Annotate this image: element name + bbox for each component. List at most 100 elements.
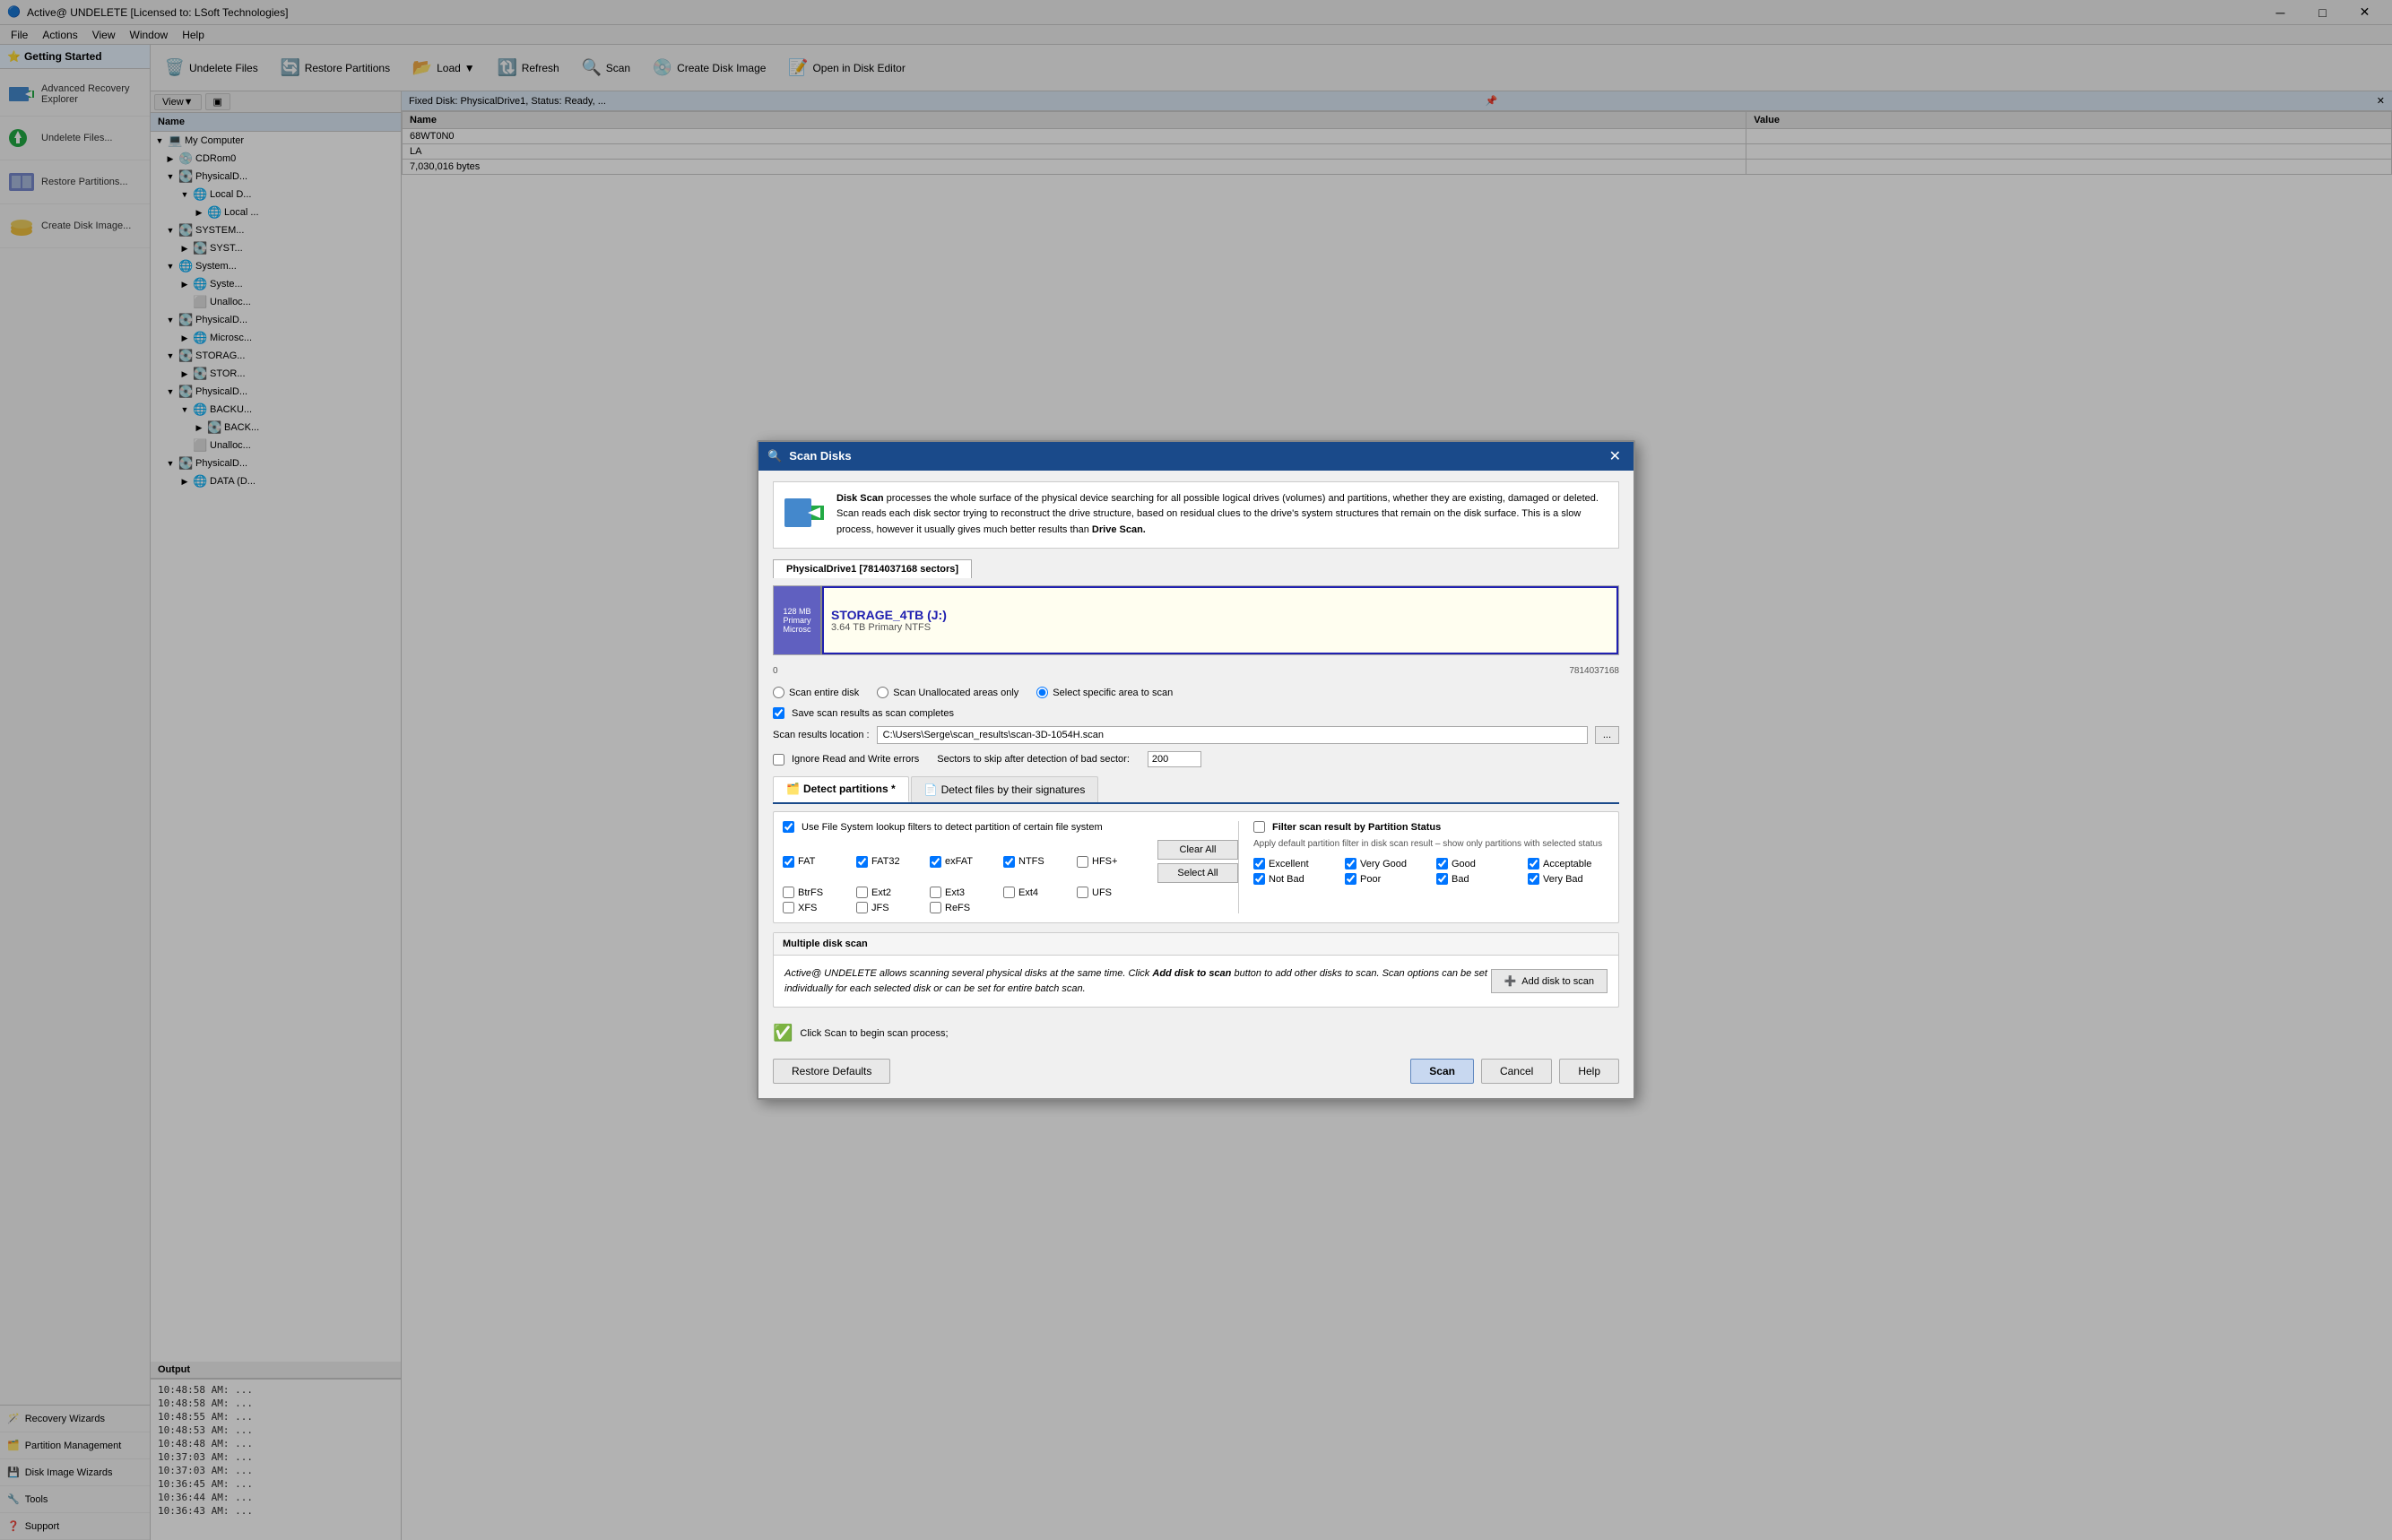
tab-detect-partitions[interactable]: 🗂️ Detect partitions * (773, 776, 909, 802)
footer-right: Scan Cancel Help (1410, 1059, 1619, 1084)
status-excellent-cb[interactable] (1253, 858, 1265, 869)
status-very-bad-label: Very Bad (1543, 874, 1583, 885)
scan-button[interactable]: Scan (1410, 1059, 1474, 1084)
status-bad-cb[interactable] (1436, 873, 1448, 885)
help-button[interactable]: Help (1559, 1059, 1619, 1084)
fs-ext2[interactable]: Ext2 (856, 887, 919, 898)
status-poor-label: Poor (1360, 874, 1381, 885)
add-disk-to-scan-button[interactable]: ➕ Add disk to scan (1491, 969, 1608, 993)
drive-tab-physicaldrive1[interactable]: PhysicalDrive1 [7814037168 sectors] (773, 559, 972, 578)
scan-location-label: Scan results location : (773, 730, 870, 740)
fs-ntfs-checkbox[interactable] (1003, 856, 1015, 868)
status-bad-label: Bad (1452, 874, 1469, 885)
status-good-cb[interactable] (1436, 858, 1448, 869)
status-good[interactable]: Good (1436, 858, 1517, 869)
browse-button[interactable]: ... (1595, 726, 1619, 744)
fs-ufs[interactable]: UFS (1077, 887, 1140, 898)
fs-btrfs-label: BtrFS (798, 887, 823, 898)
fs-ufs-checkbox[interactable] (1077, 887, 1088, 898)
fs-jfs[interactable]: JFS (856, 902, 919, 913)
fs-fat32[interactable]: FAT32 (856, 840, 919, 883)
ruler-start: 0 (773, 666, 778, 676)
fs-refs[interactable]: ReFS (930, 902, 992, 913)
fs-fat32-checkbox[interactable] (856, 856, 868, 868)
status-bad[interactable]: Bad (1436, 873, 1517, 885)
fs-refs-checkbox[interactable] (930, 902, 941, 913)
scan-location-input[interactable] (877, 726, 1588, 744)
tab-detect-files[interactable]: 📄 Detect files by their signatures (911, 776, 1099, 802)
save-results-label: Save scan results as scan completes (792, 708, 954, 719)
fs-xfs-checkbox[interactable] (783, 902, 794, 913)
fs-hfsplus[interactable]: HFS+ (1077, 840, 1140, 883)
sectors-input[interactable] (1148, 751, 1201, 767)
status-very-bad[interactable]: Very Bad (1528, 873, 1608, 885)
fs-ext4[interactable]: Ext4 (1003, 887, 1066, 898)
status-very-bad-cb[interactable] (1528, 873, 1539, 885)
fs-xfs[interactable]: XFS (783, 902, 845, 913)
status-not-bad[interactable]: Not Bad (1253, 873, 1334, 885)
info-disk-icon (783, 491, 826, 540)
cancel-button[interactable]: Cancel (1481, 1059, 1552, 1084)
fs-exfat-checkbox[interactable] (930, 856, 941, 868)
fs-fat-checkbox[interactable] (783, 856, 794, 868)
fs-fat[interactable]: FAT (783, 840, 845, 883)
scan-entire-label: Scan entire disk (789, 688, 859, 698)
fs-filter-checkbox-row: Use File System lookup filters to detect… (783, 821, 1238, 833)
disk-ruler: 0 7814037168 (773, 664, 1619, 678)
status-acceptable-cb[interactable] (1528, 858, 1539, 869)
status-acceptable-label: Acceptable (1543, 859, 1591, 869)
scan-entire-option[interactable]: Scan entire disk (773, 687, 859, 698)
disk-partition-storage[interactable]: STORAGE_4TB (J:) 3.64 TB Primary NTFS (822, 586, 1618, 654)
fs-fat32-label: FAT32 (871, 856, 900, 867)
status-not-bad-cb[interactable] (1253, 873, 1265, 885)
select-all-button[interactable]: Select All (1157, 863, 1238, 883)
modal-footer: Restore Defaults Scan Cancel Help (773, 1050, 1619, 1087)
filter-content: Use File System lookup filters to detect… (774, 812, 1618, 922)
fs-exfat-label: exFAT (945, 856, 973, 867)
disk-scan-bold: Disk Scan (836, 493, 884, 504)
scan-ready-row: ✅ Click Scan to begin scan process; (773, 1017, 1619, 1050)
ignore-errors-checkbox[interactable] (773, 754, 784, 766)
fs-ext4-checkbox[interactable] (1003, 887, 1015, 898)
partition-filter-checkbox-row: Filter scan result by Partition Status (1253, 821, 1609, 833)
status-acceptable[interactable]: Acceptable (1528, 858, 1608, 869)
status-excellent[interactable]: Excellent (1253, 858, 1334, 869)
partition-filter-checkbox[interactable] (1253, 821, 1265, 833)
add-disk-label: Add disk to scan (1521, 976, 1594, 987)
ready-checkmark-icon: ✅ (773, 1024, 793, 1043)
ignore-errors-label: Ignore Read and Write errors (792, 754, 919, 765)
modal-close-button[interactable]: ✕ (1606, 447, 1625, 465)
status-poor[interactable]: Poor (1345, 873, 1426, 885)
scan-unallocated-radio[interactable] (877, 687, 888, 698)
scan-unallocated-option[interactable]: Scan Unallocated areas only (877, 687, 1018, 698)
status-poor-cb[interactable] (1345, 873, 1356, 885)
scan-entire-radio[interactable] (773, 687, 784, 698)
info-box: Disk Scan processes the whole surface of… (773, 481, 1619, 549)
fs-ntfs[interactable]: NTFS (1003, 840, 1066, 883)
fs-filter-checkbox[interactable] (783, 821, 794, 833)
fs-ext4-label: Ext4 (1018, 887, 1038, 898)
fs-filter-label: Use File System lookup filters to detect… (802, 822, 1103, 833)
fs-btrfs-checkbox[interactable] (783, 887, 794, 898)
scan-specific-option[interactable]: Select specific area to scan (1036, 687, 1173, 698)
add-disk-icon: ➕ (1504, 975, 1517, 987)
fs-ext3-checkbox[interactable] (930, 887, 941, 898)
fs-exfat[interactable]: exFAT (930, 840, 992, 883)
status-row-1: Excellent Very Good Good (1253, 858, 1609, 869)
fs-ext2-checkbox[interactable] (856, 887, 868, 898)
modal-body: Disk Scan processes the whole surface of… (758, 471, 1634, 1099)
ignore-errors-row[interactable]: Ignore Read and Write errors (773, 754, 919, 766)
fs-ext3[interactable]: Ext3 (930, 887, 992, 898)
detect-files-icon: 📄 (924, 783, 938, 796)
scan-specific-label: Select specific area to scan (1053, 688, 1173, 698)
save-results-checkbox[interactable] (773, 707, 784, 719)
clear-all-button[interactable]: Clear All (1157, 840, 1238, 860)
fs-btrfs[interactable]: BtrFS (783, 887, 845, 898)
tab-detect-partitions-label: Detect partitions * (803, 783, 896, 795)
status-very-good[interactable]: Very Good (1345, 858, 1426, 869)
fs-jfs-checkbox[interactable] (856, 902, 868, 913)
status-very-good-cb[interactable] (1345, 858, 1356, 869)
scan-specific-radio[interactable] (1036, 687, 1048, 698)
fs-hfsplus-checkbox[interactable] (1077, 856, 1088, 868)
restore-defaults-button[interactable]: Restore Defaults (773, 1059, 890, 1084)
